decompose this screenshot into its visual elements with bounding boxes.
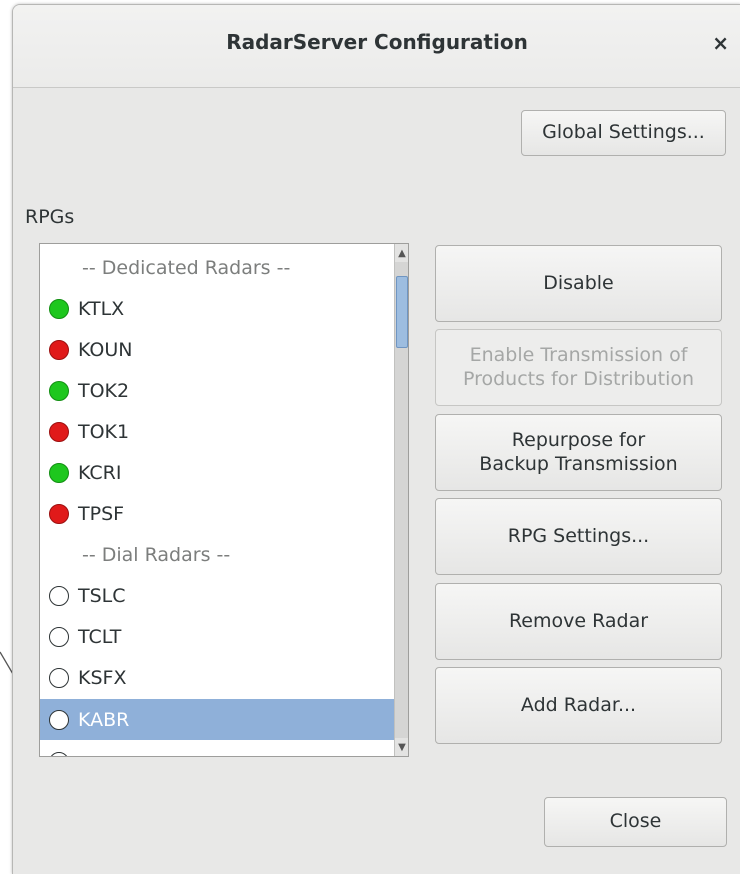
list-item-kabr[interactable]: KABR	[40, 699, 394, 740]
list-scrollbar[interactable]: ▲ ▼	[394, 244, 408, 756]
dial-radars-header: -- Dial Radars --	[82, 543, 231, 566]
status-empty-icon	[49, 626, 69, 647]
status-red-icon	[49, 503, 69, 524]
radar-name: KOUN	[78, 338, 133, 361]
list-item-tclt[interactable]: TCLT	[40, 616, 394, 657]
radar-name: KTLX	[78, 297, 125, 320]
status-red-icon	[49, 339, 69, 360]
scroll-down-icon[interactable]: ▼	[395, 738, 408, 756]
remove-radar-button[interactable]: Remove Radar	[435, 583, 722, 660]
status-empty-icon	[49, 751, 69, 756]
list-item-tpsf[interactable]: TPSF	[40, 493, 394, 534]
list-item-tok1[interactable]: TOK1	[40, 411, 394, 452]
status-green-icon	[49, 380, 69, 401]
radarserver-config-dialog: RadarServer Configuration × Global Setti…	[12, 4, 740, 874]
radar-name: TSLC	[78, 584, 126, 607]
radar-name: KSFX	[78, 666, 127, 689]
radar-name: KABR	[78, 708, 130, 731]
radar-name: TCLT	[78, 625, 122, 648]
list-item-partial[interactable]	[40, 741, 394, 756]
status-empty-icon	[49, 667, 69, 688]
status-green-icon	[49, 298, 69, 319]
add-radar-button[interactable]: Add Radar...	[435, 667, 722, 744]
rpgs-label: RPGs	[25, 206, 75, 228]
radar-name: TOK2	[78, 379, 130, 402]
list-item-koun[interactable]: KOUN	[40, 329, 394, 370]
list-item-kcri[interactable]: KCRI	[40, 452, 394, 493]
status-empty-icon	[49, 585, 69, 606]
radar-name: TOK1	[78, 420, 130, 443]
status-red-icon	[49, 421, 69, 442]
close-button[interactable]: Close	[544, 797, 727, 847]
scroll-up-icon[interactable]: ▲	[395, 244, 408, 262]
rpg-list[interactable]: -- Dedicated Radars -- KTLX KOUN TOK2 TO…	[39, 243, 409, 757]
title-bar: RadarServer Configuration ×	[13, 5, 740, 88]
global-settings-button[interactable]: Global Settings...	[521, 110, 726, 156]
list-item-ktlx[interactable]: KTLX	[40, 288, 394, 329]
window-title: RadarServer Configuration	[226, 30, 528, 54]
status-green-icon	[49, 462, 69, 483]
dedicated-radars-header: -- Dedicated Radars --	[82, 256, 291, 279]
close-icon[interactable]: ×	[712, 31, 729, 55]
enable-transmission-button[interactable]: Enable Transmission of Products for Dist…	[435, 329, 722, 406]
rpg-settings-button[interactable]: RPG Settings...	[435, 498, 722, 575]
list-item-tok2[interactable]: TOK2	[40, 370, 394, 411]
list-item-ksfx[interactable]: KSFX	[40, 657, 394, 698]
status-empty-icon	[49, 709, 69, 730]
scrollbar-thumb[interactable]	[396, 276, 408, 348]
disable-button[interactable]: Disable	[435, 245, 722, 322]
radar-name: TPSF	[78, 502, 125, 525]
radar-name: KCRI	[78, 461, 122, 484]
repurpose-backup-button[interactable]: Repurpose for Backup Transmission	[435, 414, 722, 491]
list-item-tslc[interactable]: TSLC	[40, 575, 394, 616]
